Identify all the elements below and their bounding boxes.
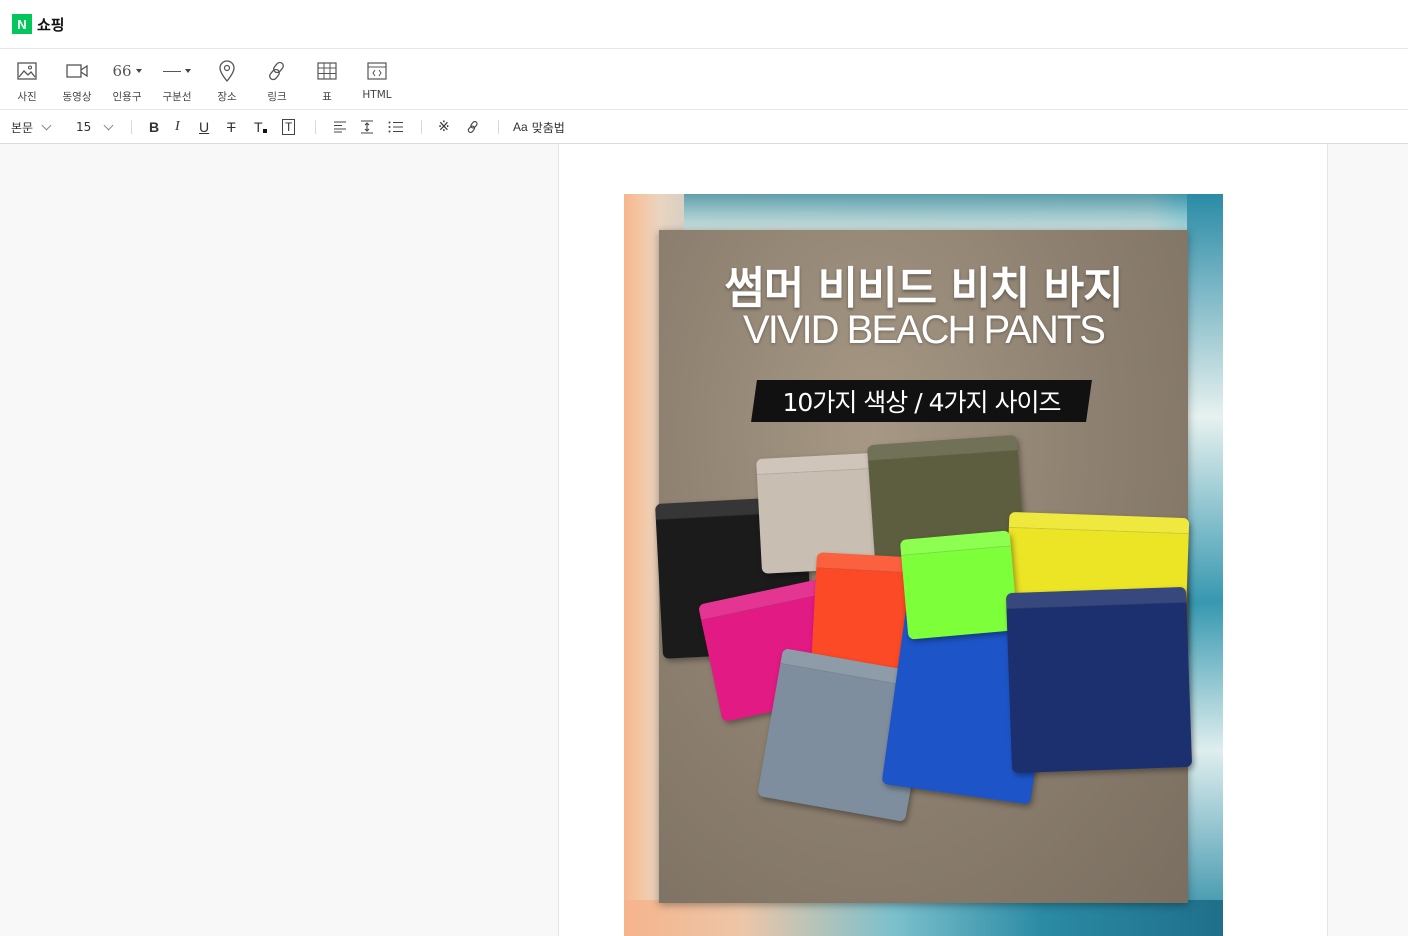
toolbar-separator xyxy=(131,120,132,134)
insert-location-label: 장소 xyxy=(217,91,237,103)
caret-down-icon xyxy=(185,69,191,73)
list-icon[interactable] xyxy=(388,110,404,144)
insert-quote-button[interactable]: 66 인용구 xyxy=(102,59,152,103)
naver-logo[interactable]: N xyxy=(12,14,32,34)
insert-link-label: 링크 xyxy=(267,91,287,103)
sea-wave-top xyxy=(684,194,1223,234)
paragraph-style-value: 본문 xyxy=(11,120,34,135)
toolbar-separator xyxy=(421,120,422,134)
insert-link-button[interactable]: 링크 xyxy=(252,59,302,103)
insert-photo-button[interactable]: 사진 xyxy=(2,59,52,103)
chevron-down-icon xyxy=(41,120,52,130)
waistband xyxy=(1008,511,1190,535)
product-image[interactable]: 썸머 비비드 비치 바지 VIVID BEACH PANTS 10가지 색상 /… xyxy=(624,194,1223,936)
insert-video-label: 동영상 xyxy=(62,91,92,103)
link-icon[interactable] xyxy=(466,110,480,144)
format-toolbar: 본문 15 B I U T T T ※ Aa 맞춤법 xyxy=(0,110,1408,144)
location-pin-icon xyxy=(202,59,252,83)
insert-location-button[interactable]: 장소 xyxy=(202,59,252,103)
spellcheck-icon: Aa xyxy=(513,120,528,134)
html-icon xyxy=(352,59,402,83)
caret-down-icon xyxy=(135,69,142,73)
sea-wave-right xyxy=(1187,194,1223,936)
divider-icon xyxy=(152,59,202,83)
link-icon xyxy=(252,59,302,83)
spellcheck-label: 맞춤법 xyxy=(531,120,565,135)
chevron-down-icon xyxy=(103,120,114,130)
shorts-photo: 썸머 비비드 비치 바지 VIVID BEACH PANTS 10가지 색상 /… xyxy=(655,230,1193,903)
service-title: 쇼핑 xyxy=(37,15,65,34)
video-icon xyxy=(52,59,102,83)
insert-html-label: HTML xyxy=(362,89,392,101)
quote-icon: 66 xyxy=(102,59,152,83)
insert-toolbar: 사진 동영상 66 인용구 구분선 장소 링크 표 HTML xyxy=(0,49,1408,110)
color-size-badge: 10가지 색상 / 4가지 사이즈 xyxy=(782,388,1062,417)
product-title-korean: 썸머 비비드 비치 바지 xyxy=(724,263,1123,314)
bold-icon[interactable]: B xyxy=(149,110,159,144)
font-size-value: 15 xyxy=(76,120,92,134)
shorts-item xyxy=(1005,586,1193,774)
spellcheck-button[interactable]: Aa 맞춤법 xyxy=(513,110,565,144)
insert-video-button[interactable]: 동영상 xyxy=(52,59,102,103)
top-header: N 쇼핑 xyxy=(0,0,1408,49)
paragraph-style-dropdown[interactable]: 본문 xyxy=(11,110,52,144)
align-left-icon[interactable] xyxy=(333,110,347,144)
insert-table-label: 표 xyxy=(322,91,332,103)
sea-wave-bottom xyxy=(624,900,1223,936)
background-color-icon[interactable]: T xyxy=(282,110,296,144)
insert-divider-button[interactable]: 구분선 xyxy=(152,59,202,103)
waistband xyxy=(866,434,1018,462)
italic-icon[interactable]: I xyxy=(175,110,180,144)
shorts-item xyxy=(899,530,1019,640)
insert-table-button[interactable]: 표 xyxy=(302,59,352,103)
font-size-dropdown[interactable]: 15 xyxy=(76,110,114,144)
line-height-icon[interactable] xyxy=(360,110,374,144)
special-character-icon[interactable]: ※ xyxy=(438,110,450,144)
strikethrough-icon[interactable]: T xyxy=(227,110,236,144)
insert-quote-label: 인용구 xyxy=(112,91,142,103)
font-color-icon[interactable]: T xyxy=(254,110,267,144)
toolbar-separator xyxy=(498,120,499,134)
insert-divider-label: 구분선 xyxy=(162,91,192,103)
table-icon xyxy=(302,59,352,83)
insert-html-button[interactable]: HTML xyxy=(352,59,402,103)
toolbar-separator xyxy=(315,120,316,134)
insert-photo-label: 사진 xyxy=(17,91,37,103)
underline-icon[interactable]: U xyxy=(199,110,209,144)
photo-icon xyxy=(2,59,52,83)
product-title-english: VIVID BEACH PANTS xyxy=(743,308,1106,352)
